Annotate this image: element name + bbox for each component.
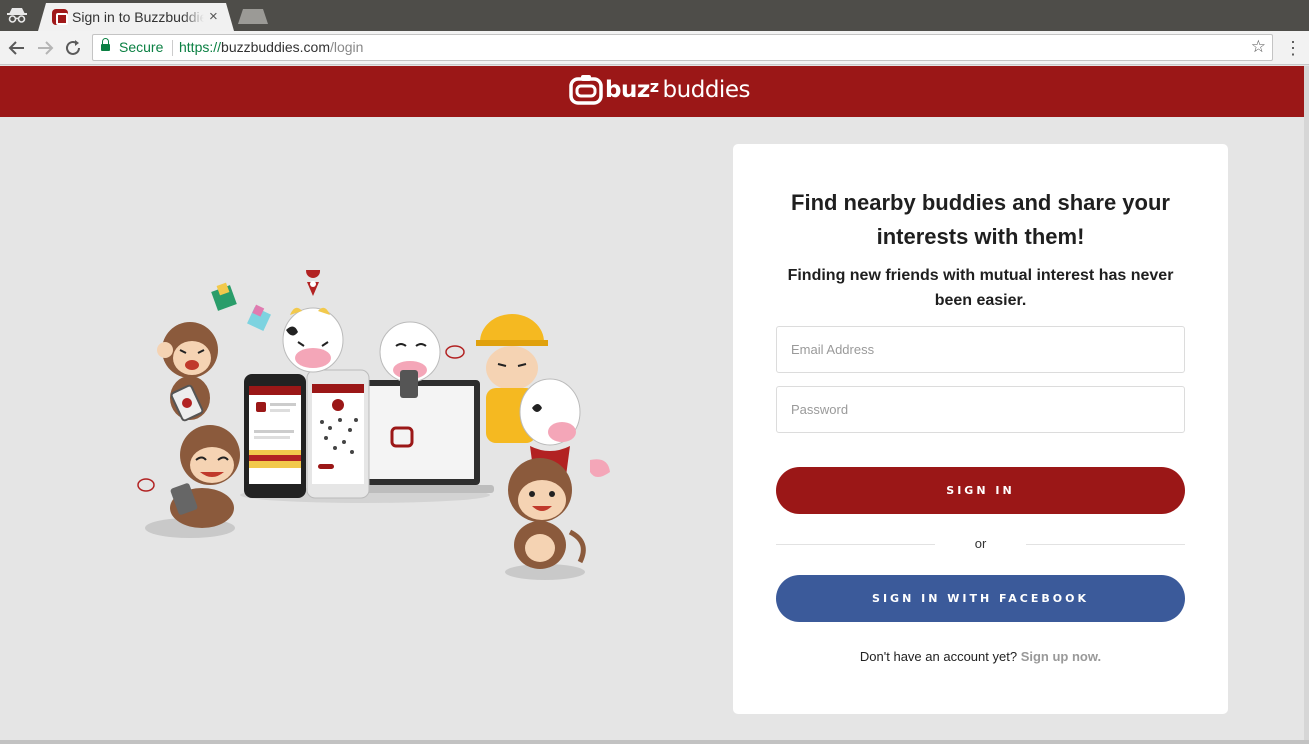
mascots-illustration — [130, 264, 640, 590]
tab-title: Sign in to Buzzbuddies — [72, 9, 204, 25]
address-bar[interactable]: Secure https://buzzbuddies.com/login ☆ — [92, 34, 1273, 61]
secure-label: Secure — [119, 39, 164, 55]
url-scheme: https:// — [179, 39, 222, 55]
email-field[interactable] — [776, 326, 1185, 373]
window-bottom-edge — [0, 740, 1309, 744]
logo-mark-icon — [569, 75, 603, 105]
headline: Find nearby buddies and share your inter… — [791, 190, 1170, 249]
address-separator — [172, 40, 173, 56]
login-card: Find nearby buddies and share your inter… — [733, 144, 1228, 714]
no-account-text: Don't have an account yet? — [859, 649, 1018, 664]
new-tab-button[interactable] — [238, 9, 268, 24]
sign-in-with-facebook-button[interactable]: SIGN IN WITH FACEBOOK — [776, 575, 1185, 622]
app-header: buzz buddies — [0, 66, 1309, 117]
lock-icon — [101, 38, 110, 52]
tab-close-icon[interactable]: × — [209, 8, 218, 25]
browser-tab-active[interactable]: Sign in to Buzzbuddies × — [38, 3, 234, 31]
incognito-icon — [6, 6, 28, 24]
divider-right — [1026, 544, 1185, 545]
or-label: or — [974, 536, 987, 551]
divider-left — [776, 544, 935, 545]
logo-wordmark: buzz buddies — [605, 77, 750, 103]
kebab-menu-icon[interactable]: ⋮ — [1284, 37, 1302, 59]
browser-tab-strip: Sign in to Buzzbuddies × — [0, 0, 1309, 31]
logo-text-main: buz — [605, 77, 650, 103]
signup-prompt: Don't have an account yet? Sign up now. — [773, 649, 1188, 664]
buzzbuddies-favicon-icon — [52, 9, 68, 25]
browser-toolbar: Secure https://buzzbuddies.com/login ☆ ⋮ — [0, 31, 1309, 65]
forward-arrow-icon[interactable] — [34, 37, 56, 59]
logo-text-z: z — [649, 77, 659, 96]
subheadline: Finding new friends with mutual interest… — [787, 267, 1174, 309]
buzzbuddies-logo[interactable]: buzz buddies — [569, 74, 750, 106]
sign-in-button[interactable]: SIGN IN — [776, 467, 1185, 514]
back-arrow-icon[interactable] — [6, 37, 28, 59]
password-field[interactable] — [776, 386, 1185, 433]
bookmark-star-icon[interactable]: ☆ — [1251, 37, 1266, 57]
reload-icon[interactable] — [62, 37, 84, 59]
logo-text-second: buddies — [662, 77, 751, 103]
page-scrollbar[interactable] — [1304, 66, 1309, 744]
url-text[interactable]: https://buzzbuddies.com/login — [179, 39, 363, 55]
sign-up-link[interactable]: Sign up now. — [1021, 649, 1101, 664]
url-path: /login — [329, 39, 364, 55]
url-host: buzzbuddies.com — [221, 39, 330, 55]
